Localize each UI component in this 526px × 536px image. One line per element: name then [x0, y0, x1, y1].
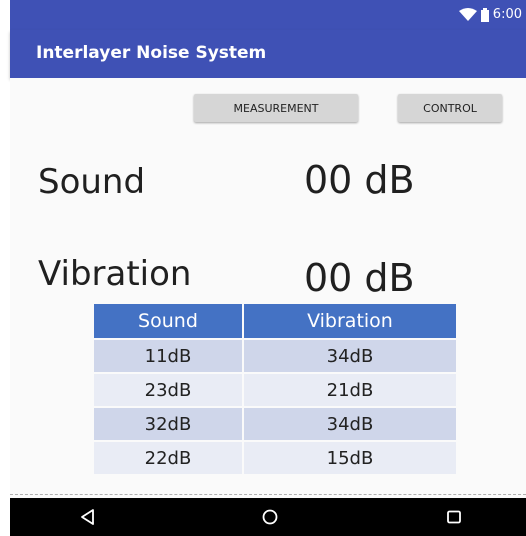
- status-icons: 6:00: [458, 7, 522, 22]
- back-icon[interactable]: [78, 507, 98, 527]
- main-content: MEASUREMENT CONTROL Sound 00 dB Vibratio…: [10, 78, 526, 498]
- table-row: 32dB 34dB: [94, 408, 456, 440]
- table-cell-sound: 11dB: [94, 340, 242, 372]
- table-header-sound: Sound: [94, 304, 242, 338]
- table-row: 22dB 15dB: [94, 442, 456, 474]
- vibration-label: Vibration: [38, 254, 192, 294]
- table-cell-sound: 32dB: [94, 408, 242, 440]
- measurement-button[interactable]: MEASUREMENT: [194, 94, 358, 122]
- status-time: 6:00: [492, 7, 522, 22]
- table-header-row: Sound Vibration: [94, 304, 456, 338]
- table-cell-sound: 22dB: [94, 442, 242, 474]
- table-cell-vibration: 15dB: [243, 442, 456, 474]
- table-cell-vibration: 34dB: [243, 408, 456, 440]
- home-icon[interactable]: [260, 507, 280, 527]
- sound-value: 00 dB: [304, 158, 415, 202]
- readings-table: Sound Vibration 11dB 34dB 23dB 21dB 32dB…: [92, 302, 458, 476]
- table-cell-sound: 23dB: [94, 374, 242, 406]
- table-cell-vibration: 34dB: [243, 340, 456, 372]
- control-button[interactable]: CONTROL: [398, 94, 502, 122]
- sound-label: Sound: [38, 162, 146, 202]
- navigation-bar: [10, 498, 526, 536]
- wifi-icon: [458, 7, 477, 21]
- app-bar: Interlayer Noise System: [10, 30, 526, 78]
- battery-icon: [480, 7, 489, 22]
- phone-screen: 6:00 Interlayer Noise System MEASUREMENT…: [0, 0, 526, 536]
- table-cell-vibration: 21dB: [243, 374, 456, 406]
- status-bar: 6:00: [10, 0, 526, 30]
- vibration-value: 00 dB: [304, 256, 415, 300]
- divider: [10, 494, 526, 495]
- table-row: 23dB 21dB: [94, 374, 456, 406]
- table-header-vibration: Vibration: [243, 304, 456, 338]
- recents-icon[interactable]: [444, 507, 464, 527]
- table-row: 11dB 34dB: [94, 340, 456, 372]
- app-title: Interlayer Noise System: [36, 43, 267, 63]
